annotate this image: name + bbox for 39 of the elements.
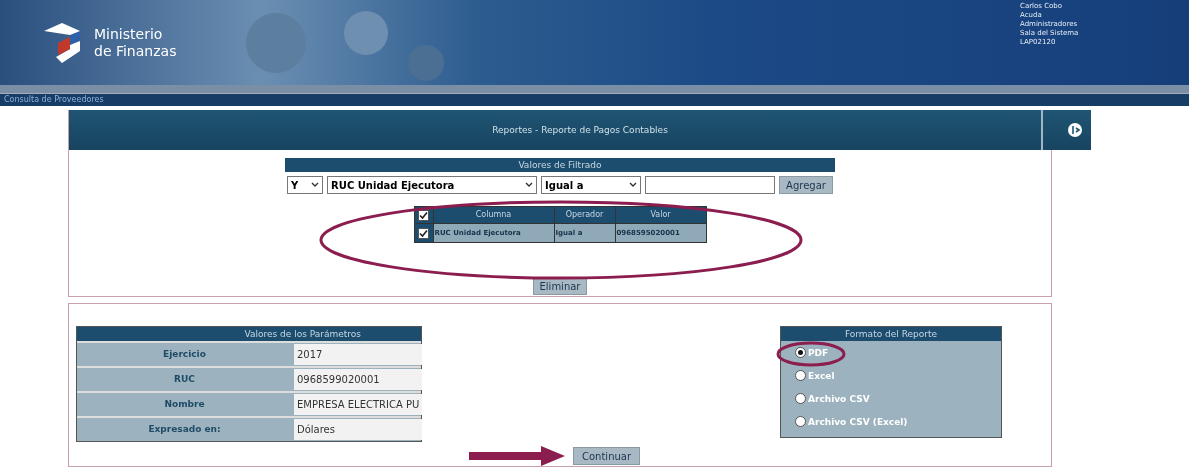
highlight-ellipse [775, 341, 847, 367]
parameter-label: Ejercicio [162, 348, 207, 361]
parameter-value: Dólares [294, 419, 422, 440]
radio-button[interactable] [795, 370, 806, 381]
parameter-label: Nombre [163, 398, 206, 411]
option-label: Archivo CSV (Excel) [808, 416, 908, 427]
connector-select[interactable]: Y [287, 176, 324, 194]
column-header: Columna [433, 207, 554, 223]
option-label: Archivo CSV [808, 393, 870, 404]
continue-button[interactable]: Continuar [573, 447, 641, 465]
radio-button[interactable] [795, 416, 806, 427]
section-title: Valores de Filtrado [285, 158, 835, 172]
column-select[interactable]: RUC Unidad Ejecutora [327, 176, 538, 194]
option-label: Excel [808, 370, 835, 381]
caret-icon [525, 182, 534, 188]
caret-icon [629, 182, 638, 188]
exit-icon[interactable] [1067, 122, 1083, 138]
radio-button[interactable] [795, 393, 806, 404]
breadcrumb-link[interactable]: Consulta de Proveedores [4, 95, 104, 104]
column-header: Valor [615, 207, 706, 223]
parameter-value: 0968599020001 [294, 369, 422, 390]
logo-text: de Finanzas [94, 42, 177, 60]
value-input[interactable] [645, 176, 776, 194]
checkbox[interactable] [418, 209, 429, 221]
report-title: Reportes - Reporte de Pagos Contables [492, 125, 668, 135]
operator-select[interactable]: Igual a [541, 176, 642, 194]
parameter-label: RUC [173, 373, 196, 386]
option-label: PDF [808, 347, 829, 358]
section-title: Valores de los Parámetros [77, 327, 421, 341]
checkbox[interactable] [418, 227, 429, 239]
parameter-label: Expresado en: [147, 423, 222, 436]
parameter-value: 2017 [294, 344, 422, 365]
add-button[interactable]: Agregar [779, 176, 833, 194]
caret-icon [311, 182, 320, 188]
logo-text: Ministerio [94, 25, 164, 43]
section-title: Formato del Reporte [781, 327, 1001, 341]
column-header: Operador [554, 207, 615, 223]
radio-button[interactable] [795, 347, 806, 358]
parameter-value: EMPRESA ELECTRICA PU [294, 394, 422, 415]
